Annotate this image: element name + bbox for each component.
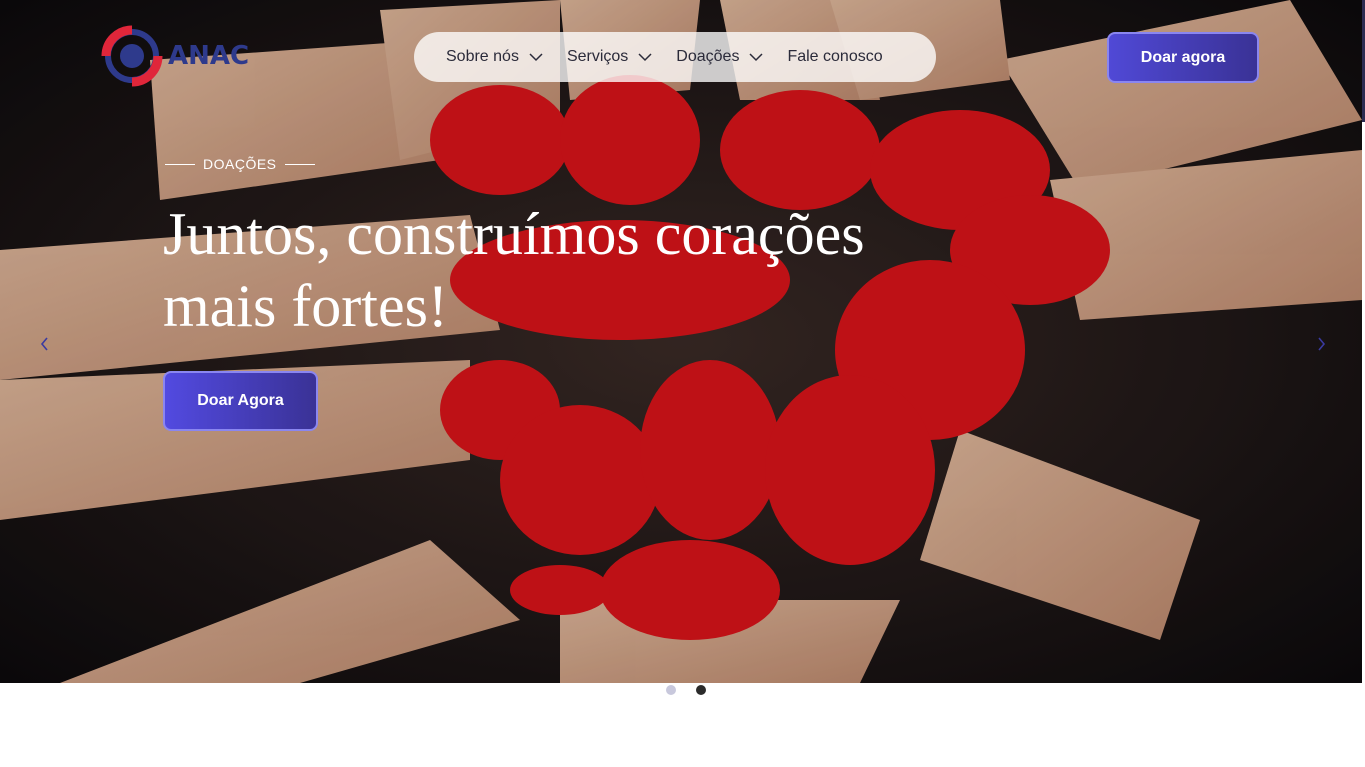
chevron-down-icon [749,53,763,62]
nav-item-sobre-nos[interactable]: Sobre nós [446,48,543,66]
nav-item-doacoes[interactable]: Doações [676,48,763,66]
nav-item-fale-conosco[interactable]: Fale conosco [787,48,882,66]
nav-item-label: Doações [676,48,740,65]
nav-item-label: Serviços [566,48,629,65]
nav-item-label: Sobre nós [446,48,519,65]
hero-eyebrow-text: DOAÇÕES [203,156,277,172]
carousel-pagination [656,684,716,696]
donate-now-hero-button[interactable]: Doar Agora [163,371,318,431]
chevron-down-icon [638,53,652,62]
hero-eyebrow: DOAÇÕES [165,154,315,174]
eyebrow-line-left [165,163,195,165]
eyebrow-line-right [284,163,315,165]
main-navigation: Sobre nós Serviços Doações Fale conosco [414,32,936,82]
nav-item-label: Fale conosco [787,48,883,65]
chevron-left-icon[interactable] [37,334,51,354]
brand-logo[interactable]: ANAC [100,24,250,88]
hero-banner: ANAC Sobre nós Serviços Doações Fale con… [0,0,1362,683]
carousel-dot[interactable] [666,685,676,695]
carousel-dot[interactable] [696,685,706,695]
chevron-down-icon [529,53,543,62]
donate-now-header-button[interactable]: Doar agora [1107,32,1259,83]
anac-logo-icon [101,25,163,87]
nav-item-servicos[interactable]: Serviços [567,48,652,66]
brand-name: ANAC [168,41,250,71]
hero-title: Juntos, construímos corações mais fortes… [163,201,865,339]
chevron-right-icon[interactable] [1315,334,1329,354]
